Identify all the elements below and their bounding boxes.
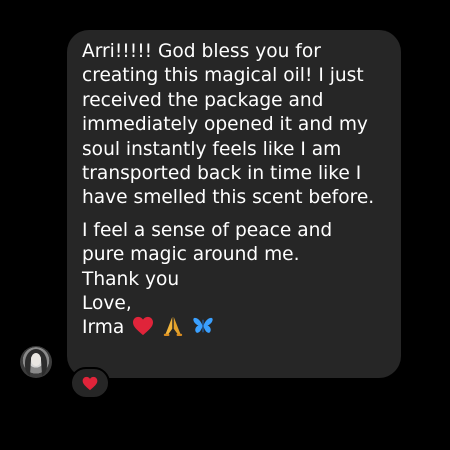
avatar-face (31, 353, 41, 366)
message-line: have smelled this scent before. (82, 187, 375, 209)
signature-name: Irma (82, 317, 125, 339)
message-line: immediately opened it and my (82, 114, 368, 136)
message-reaction[interactable] (70, 367, 110, 399)
red-heart-icon (133, 317, 154, 336)
message-line: Love, (82, 293, 132, 315)
sender-avatar[interactable] (20, 346, 52, 378)
message-paragraph-1: Arri!!!!! God bless you for creating thi… (82, 40, 387, 211)
message-bubble[interactable]: Arri!!!!! God bless you for creating thi… (67, 30, 401, 378)
message-line: Arri!!!!! God bless you for (82, 41, 321, 62)
message-line: received the package and (82, 89, 324, 111)
message-line: creating this magical oil! I just (82, 65, 364, 87)
message-line: Thank you (82, 268, 180, 290)
message-line: soul instantly feels like I am (82, 138, 342, 160)
message-signature-line: Irma (82, 316, 387, 340)
message-line: transported back in time like I (82, 163, 362, 185)
red-heart-icon (82, 376, 98, 390)
message-line: pure magic around me. (82, 244, 300, 266)
folded-hands-icon (164, 317, 183, 337)
message-paragraph-2: I feel a sense of peace and pure magic a… (82, 219, 387, 341)
blue-butterfly-icon (193, 318, 213, 334)
message-line: I feel a sense of peace and (82, 219, 333, 241)
